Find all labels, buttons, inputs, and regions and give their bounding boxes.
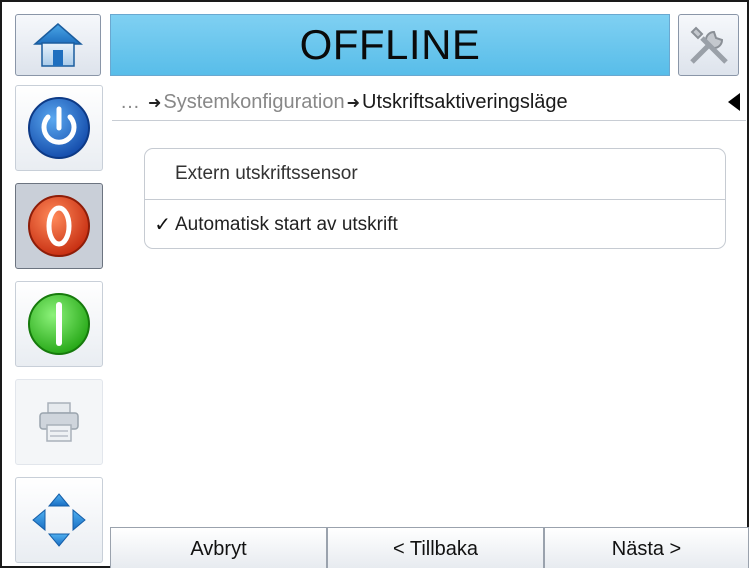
next-button[interactable]: Nästa > bbox=[544, 527, 749, 568]
stop-icon bbox=[28, 195, 90, 257]
option-automatic-start[interactable]: ✓ Automatisk start av utskrift bbox=[145, 199, 725, 248]
print-button[interactable] bbox=[15, 379, 103, 465]
back-button-label: < Tillbaka bbox=[392, 537, 479, 560]
navigate-button[interactable] bbox=[15, 477, 103, 563]
device-screen: OFFLINE … ➜ Systemkonfiguration ➜ Utskri… bbox=[0, 0, 749, 568]
breadcrumb-arrow-icon: ➜ bbox=[346, 94, 361, 112]
start-button[interactable] bbox=[15, 281, 103, 367]
checkmark-icon: ✓ bbox=[154, 214, 171, 236]
power-icon bbox=[28, 97, 90, 159]
tools-icon bbox=[689, 26, 728, 64]
tools-button[interactable] bbox=[678, 14, 739, 76]
stop-button[interactable] bbox=[15, 183, 103, 269]
option-label: Automatisk start av utskrift bbox=[175, 213, 398, 235]
home-button[interactable] bbox=[15, 14, 101, 76]
machine-status-bar: OFFLINE bbox=[110, 14, 670, 76]
power-button[interactable] bbox=[15, 85, 103, 171]
start-icon bbox=[28, 293, 90, 355]
back-button[interactable]: < Tillbaka bbox=[327, 527, 544, 568]
breadcrumb-ellipsis[interactable]: … bbox=[120, 91, 140, 114]
cancel-button[interactable]: Avbryt bbox=[110, 527, 327, 568]
status-text: OFFLINE bbox=[299, 21, 481, 68]
navigate-icon bbox=[32, 493, 86, 547]
back-arrow-icon[interactable] bbox=[728, 93, 740, 111]
breadcrumb-arrow-icon: ➜ bbox=[148, 94, 162, 112]
next-button-label: Nästa > bbox=[611, 537, 682, 560]
breadcrumb-parent[interactable]: Systemkonfiguration bbox=[163, 91, 344, 114]
breadcrumb-current: Utskriftsaktiveringsläge bbox=[362, 91, 568, 113]
print-activation-options: Extern utskriftssensor ✓ Automatisk star… bbox=[144, 148, 726, 249]
home-icon bbox=[33, 23, 83, 67]
side-controls bbox=[15, 85, 103, 568]
printer-icon bbox=[39, 402, 79, 442]
option-external-sensor[interactable]: Extern utskriftssensor bbox=[145, 149, 725, 199]
cancel-button-label: Avbryt bbox=[190, 537, 247, 560]
option-label: Extern utskriftssensor bbox=[175, 163, 358, 184]
breadcrumb: … ➜ Systemkonfiguration ➜ Utskriftsaktiv… bbox=[112, 85, 746, 121]
